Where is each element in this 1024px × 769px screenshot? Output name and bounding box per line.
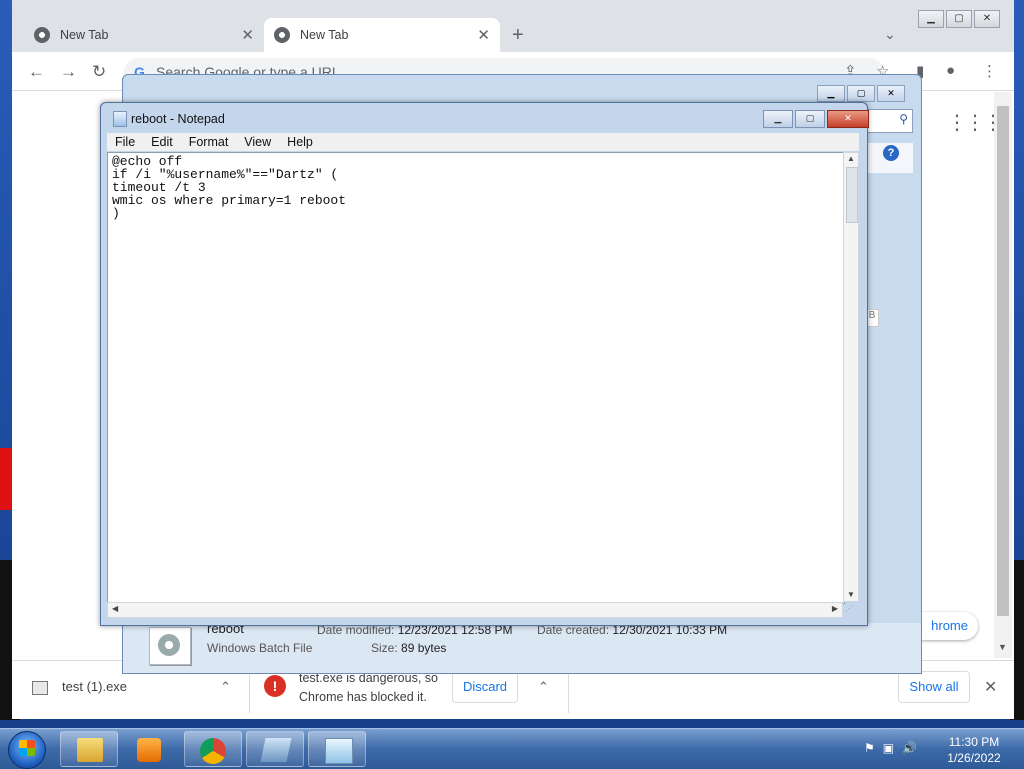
explorer-window-controls: ▁ ▢ ✕ <box>815 85 905 102</box>
tab-new-tab-2[interactable]: New Tab ✕ <box>264 18 500 52</box>
chrome-favicon-icon <box>34 27 50 43</box>
window-title: reboot - Notepad <box>131 112 225 126</box>
warning-line-2: Chrome has blocked it. <box>299 690 427 704</box>
minimize-button[interactable]: ▁ <box>817 85 845 102</box>
help-icon[interactable]: ? <box>883 145 899 161</box>
dangerous-download-warning: test.exe is dangerous, so Chrome has blo… <box>299 669 449 707</box>
close-tab-icon[interactable]: ✕ <box>241 26 254 44</box>
desktop-icon-fragment <box>0 448 12 510</box>
horizontal-scrollbar[interactable]: ◀ ▶ <box>107 602 843 618</box>
windows-logo-icon <box>19 740 35 756</box>
file-size: Size: 89 bytes <box>371 641 447 655</box>
scroll-down-arrow-icon[interactable]: ▼ <box>998 642 1007 652</box>
chevron-up-icon[interactable]: ⌃ <box>538 679 549 695</box>
close-button[interactable]: ✕ <box>974 10 1000 28</box>
back-arrow-icon[interactable]: ← <box>28 62 45 82</box>
vertical-scrollbar[interactable]: ▲ ▼ <box>843 152 859 602</box>
notepad-text-area[interactable]: @echo off if /i "%username%"=="Dartz" ( … <box>107 152 845 604</box>
reload-icon[interactable]: ↻ <box>92 62 106 82</box>
notepad-title-bar[interactable]: reboot - Notepad ▁ ▢ ✕ <box>101 103 869 133</box>
folder-icon <box>77 738 103 762</box>
menu-view[interactable]: View <box>236 133 279 151</box>
exe-file-icon <box>32 680 48 695</box>
minimize-button[interactable]: ▁ <box>763 110 793 128</box>
download-item-test-exe[interactable]: test (1).exe <box>32 679 127 695</box>
tab-search-chevron-icon[interactable]: ⌄ <box>884 26 896 43</box>
chrome-icon <box>200 738 226 764</box>
scrollbar-thumb[interactable] <box>997 106 1009 616</box>
windows-taskbar: ⚑▣🔊 11:30 PM 1/26/2022 <box>0 728 1024 769</box>
explorer-search-input[interactable]: ⚲ <box>867 109 913 133</box>
explorer-details-pane: reboot Windows Batch File Date modified:… <box>123 621 921 673</box>
download-filename: test (1).exe <box>62 679 128 694</box>
notepad-icon <box>113 111 127 127</box>
scroll-up-arrow-icon[interactable]: ▲ <box>847 154 855 163</box>
close-button[interactable]: ✕ <box>877 85 905 102</box>
scroll-left-arrow-icon[interactable]: ◀ <box>112 604 118 613</box>
show-all-button[interactable]: Show all <box>898 671 970 703</box>
notepad-window-controls: ▁ ▢ ✕ <box>761 110 869 128</box>
page-scrollbar[interactable] <box>994 92 1012 658</box>
scroll-down-arrow-icon[interactable]: ▼ <box>847 590 855 599</box>
clock-time: 11:30 PM <box>948 735 1000 749</box>
discard-button[interactable]: Discard <box>452 671 518 703</box>
system-tray-icons[interactable]: ⚑▣🔊 <box>864 741 925 755</box>
menu-file[interactable]: File <box>107 133 143 151</box>
tab-label: New Tab <box>60 28 109 42</box>
batch-file-gear-icon <box>149 627 191 665</box>
maximize-button[interactable]: ▢ <box>946 10 972 28</box>
taskbar-notepad[interactable] <box>308 731 366 767</box>
customize-chrome-label: hrome <box>931 618 968 633</box>
forward-arrow-icon[interactable]: → <box>60 62 77 82</box>
menu-edit[interactable]: Edit <box>143 133 181 151</box>
close-download-bar-icon[interactable]: ✕ <box>984 677 997 697</box>
danger-warning-icon: ! <box>264 675 286 697</box>
chevron-up-icon[interactable]: ⌃ <box>220 679 231 695</box>
scrollbar-thumb[interactable] <box>846 167 858 223</box>
menu-kebab-icon[interactable]: ⋮ <box>982 62 997 80</box>
profile-avatar-icon[interactable]: ● <box>946 62 955 79</box>
tab-strip: New Tab ✕ New Tab ✕ + ⌄ ▁ ▢ ✕ <box>12 0 1014 52</box>
system-clock[interactable]: 11:30 PM 1/26/2022 <box>934 734 1014 766</box>
chrome-favicon-icon <box>274 27 290 43</box>
maximize-button[interactable]: ▢ <box>847 85 875 102</box>
notepad-menu-bar: File Edit Format View Help <box>107 133 859 151</box>
menu-format[interactable]: Format <box>181 133 237 151</box>
notepad-icon <box>325 738 353 764</box>
clock-date: 1/26/2022 <box>947 751 1001 765</box>
start-button[interactable] <box>8 731 46 769</box>
media-player-icon <box>137 738 161 762</box>
new-tab-plus-icon[interactable]: + <box>512 24 524 47</box>
notepad-window: reboot - Notepad ▁ ▢ ✕ File Edit Format … <box>100 102 869 626</box>
tab-label: New Tab <box>300 28 349 42</box>
search-icon: ⚲ <box>899 112 908 126</box>
file-type: Windows Batch File <box>207 641 313 655</box>
taskbar-media-player[interactable] <box>122 731 180 767</box>
chrome-window-controls: ▁ ▢ ✕ <box>916 10 1000 28</box>
taskbar-chrome[interactable] <box>184 731 242 767</box>
tab-new-tab-1[interactable]: New Tab ✕ <box>24 18 264 52</box>
notepad-content[interactable]: @echo off if /i "%username%"=="Dartz" ( … <box>112 155 346 220</box>
taskbar-explorer[interactable] <box>60 731 118 767</box>
menu-help[interactable]: Help <box>279 133 321 151</box>
maximize-button[interactable]: ▢ <box>795 110 825 128</box>
minimize-button[interactable]: ▁ <box>918 10 944 28</box>
app-s-icon <box>260 738 292 762</box>
google-apps-grid-icon[interactable]: ⋮⋮⋮ <box>947 110 1003 135</box>
scroll-right-arrow-icon[interactable]: ▶ <box>832 604 838 613</box>
close-button[interactable]: ✕ <box>827 110 869 128</box>
close-tab-icon[interactable]: ✕ <box>477 26 490 44</box>
taskbar-app-s[interactable] <box>246 731 304 767</box>
resize-grip-icon[interactable]: ⋰ <box>845 604 853 613</box>
